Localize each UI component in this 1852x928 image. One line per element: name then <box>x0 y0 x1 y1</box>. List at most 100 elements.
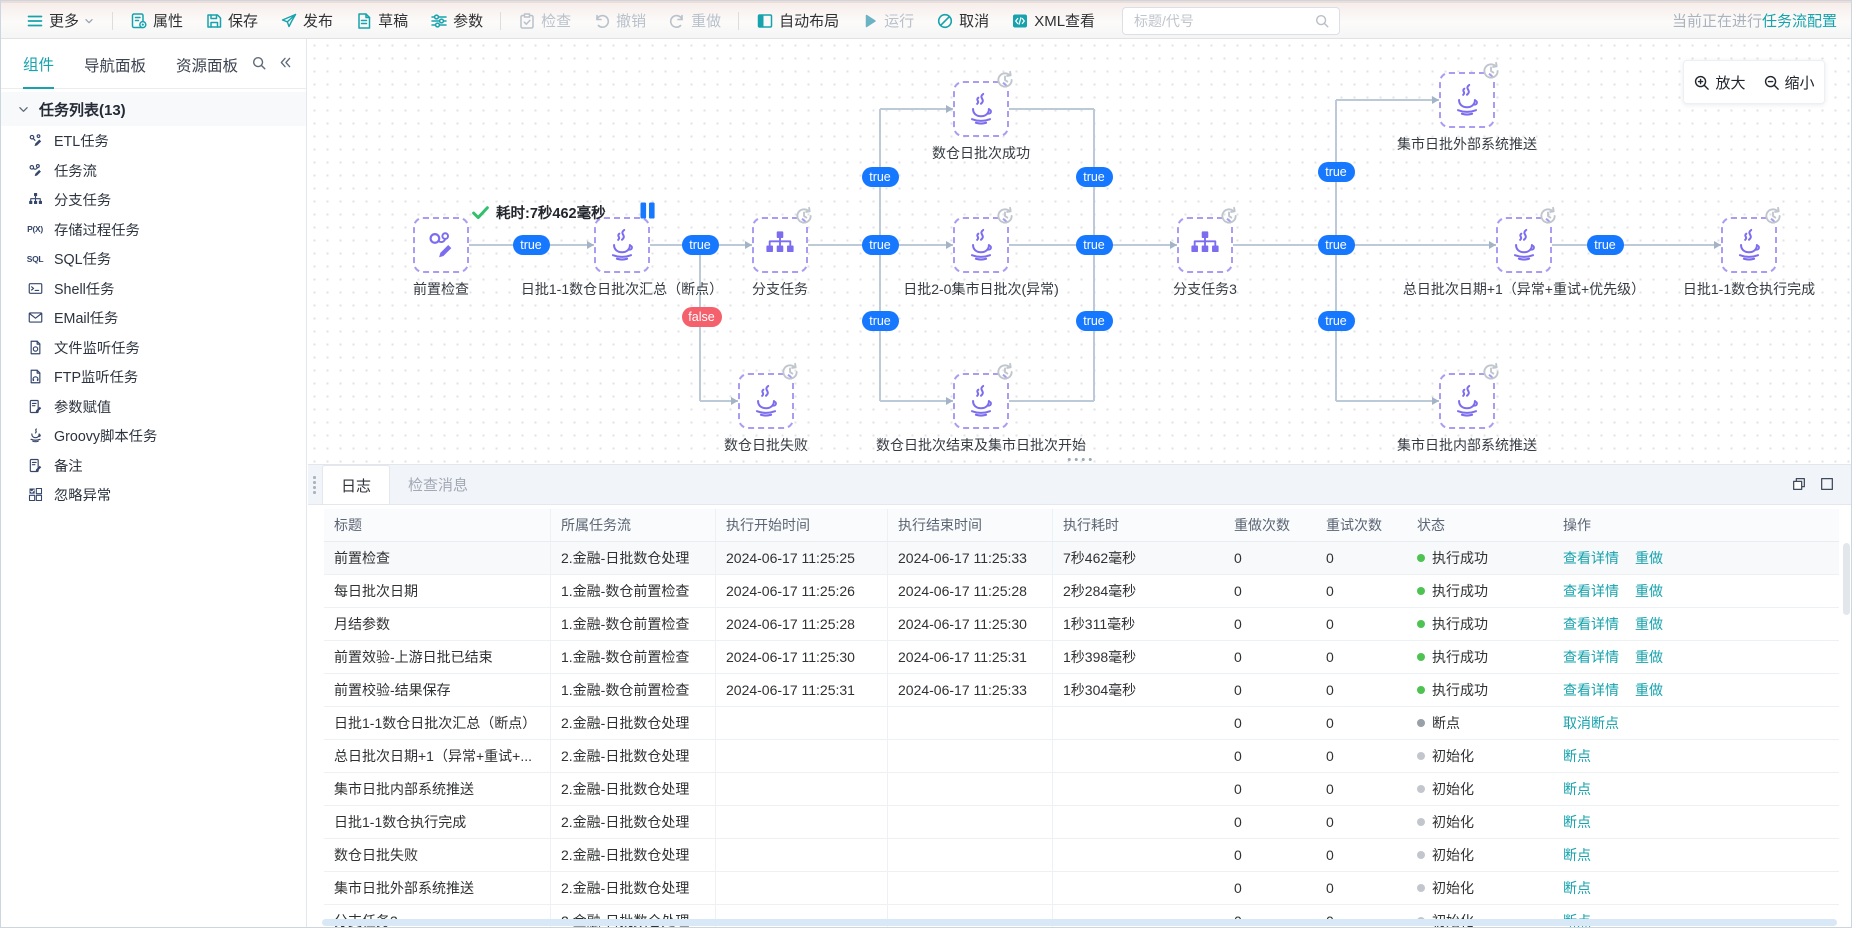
action-link[interactable]: 断点 <box>1563 779 1591 799</box>
toolbar-button-params[interactable]: 参数 <box>419 3 494 38</box>
toolbar-button-xml-view[interactable]: XML查看 <box>1000 3 1106 38</box>
zoom-out-button[interactable]: 缩小 <box>1763 72 1815 93</box>
sidebar-collapse-icon[interactable] <box>278 55 293 71</box>
panel-resize-handle[interactable] <box>1067 458 1092 462</box>
toolbar-button-label: 取消 <box>959 10 989 31</box>
toolbar-button-cancel[interactable]: 取消 <box>925 3 1000 38</box>
toolbar-button-auto-layout[interactable]: 自动布局 <box>745 3 850 38</box>
sidebar-item-assign[interactable]: 参数赋值 <box>1 392 306 422</box>
sidebar-search-icon[interactable] <box>251 55 267 71</box>
flow-node-0[interactable] <box>413 217 469 273</box>
search-box[interactable] <box>1122 7 1340 35</box>
sidebar-item-proc[interactable]: P(X)存储过程任务 <box>1 215 306 245</box>
table-cell: 2024-06-17 11:25:30 <box>888 608 1053 640</box>
table-cell <box>888 872 1053 904</box>
edge-condition-badge-true: true <box>1318 311 1355 331</box>
toolbar-button-run[interactable]: 运行 <box>850 3 925 38</box>
toolbar-button-more[interactable]: 更多 <box>15 3 106 38</box>
action-link[interactable]: 断点 <box>1563 878 1591 898</box>
table-row[interactable]: 总日批次日期+1（异常+重试+...2.金融-日批数仓处理00初始化断点 <box>324 740 1839 773</box>
sidebar-item-flow[interactable]: 任务流 <box>1 156 306 186</box>
status-label: 初始化 <box>1432 845 1474 865</box>
sidebar-item-branch[interactable]: 分支任务 <box>1 185 306 215</box>
action-link[interactable]: 查看详情 <box>1563 548 1619 568</box>
toolbar-button-draft[interactable]: 草稿 <box>344 3 419 38</box>
flow-edge <box>1009 108 1094 110</box>
status-dot <box>1417 686 1425 694</box>
action-link[interactable]: 查看详情 <box>1563 581 1619 601</box>
sidebar-item-ignore[interactable]: 忽略异常 <box>1 480 306 510</box>
retry-clock-icon <box>1219 206 1239 226</box>
sidebar-tab-1[interactable]: 导航面板 <box>84 54 146 88</box>
action-link[interactable]: 断点 <box>1563 746 1591 766</box>
panel-tab-1[interactable]: 检查消息 <box>390 465 486 504</box>
table-row[interactable]: 前置检查2.金融-日批数仓处理2024-06-17 11:25:252024-0… <box>324 542 1839 575</box>
action-link[interactable]: 重做 <box>1635 581 1663 601</box>
restore-icon[interactable] <box>1791 476 1807 492</box>
toolbar-button-check[interactable]: 检查 <box>507 3 582 38</box>
sidebar-item-sql[interactable]: SQLSQL任务 <box>1 244 306 274</box>
action-link[interactable]: 重做 <box>1635 680 1663 700</box>
sidebar-item-email[interactable]: EMail任务 <box>1 303 306 333</box>
toolbar-button-props[interactable]: 属性 <box>119 3 194 38</box>
action-link[interactable]: 断点 <box>1563 812 1591 832</box>
actions-cell: 查看详情重做 <box>1553 608 1839 640</box>
sidebar-tab-2[interactable]: 资源面板 <box>176 54 238 88</box>
action-link[interactable]: 重做 <box>1635 647 1663 667</box>
panel-tabs: 日志检查消息 <box>308 465 1851 505</box>
table-cell: 0 <box>1316 575 1407 607</box>
table-cell: 2.金融-日批数仓处理 <box>551 806 716 838</box>
table-row[interactable]: 每日批次日期1.金融-数仓前置检查2024-06-17 11:25:262024… <box>324 575 1839 608</box>
table-row[interactable]: 数仓日批失败2.金融-日批数仓处理00初始化断点 <box>324 839 1839 872</box>
maximize-icon[interactable] <box>1819 476 1835 492</box>
table-cell: 2.金融-日批数仓处理 <box>551 839 716 871</box>
flow-node-1[interactable] <box>594 217 650 273</box>
table-row[interactable]: 月结参数1.金融-数仓前置检查2024-06-17 11:25:282024-0… <box>324 608 1839 641</box>
table-cell <box>716 707 888 739</box>
table-row[interactable]: 集市日批内部系统推送2.金融-日批数仓处理00初始化断点 <box>324 773 1839 806</box>
action-link[interactable]: 断点 <box>1563 845 1591 865</box>
panel-tab-0[interactable]: 日志 <box>322 465 390 504</box>
action-link[interactable]: 重做 <box>1635 548 1663 568</box>
toolbar-button-redo[interactable]: 重做 <box>657 3 732 38</box>
flow-node-label: 日批2-0集市日批次(异常) <box>903 279 1059 299</box>
retry-clock-icon <box>794 206 814 226</box>
sidebar-item-file[interactable]: 文件监听任务 <box>1 333 306 363</box>
flow-canvas[interactable]: 放大 缩小 truetruefalsetruetruetruetruetruet… <box>308 39 1851 464</box>
table-cell <box>1053 773 1224 805</box>
toolbar-button-undo[interactable]: 撤销 <box>582 3 657 38</box>
publish-icon <box>280 12 298 30</box>
table-row[interactable]: 集市日批外部系统推送2.金融-日批数仓处理00初始化断点 <box>324 872 1839 905</box>
horizontal-scrollbar[interactable] <box>322 919 1837 926</box>
panel-drag-handle[interactable] <box>313 476 316 494</box>
action-link[interactable]: 查看详情 <box>1563 680 1619 700</box>
status-cell: 初始化 <box>1407 839 1553 871</box>
table-cell <box>1053 806 1224 838</box>
table-cell: 2024-06-17 11:25:28 <box>716 608 888 640</box>
action-link[interactable]: 查看详情 <box>1563 614 1619 634</box>
table-row[interactable]: 前置校验-结果保存1.金融-数仓前置检查2024-06-17 11:25:312… <box>324 674 1839 707</box>
table-row[interactable]: 前置效验-上游日批已结束1.金融-数仓前置检查2024-06-17 11:25:… <box>324 641 1839 674</box>
actions-cell: 查看详情重做 <box>1553 575 1839 607</box>
table-row[interactable]: 日批1-1数仓日批次汇总（断点）2.金融-日批数仓处理00断点取消断点 <box>324 707 1839 740</box>
sidebar-item-groovy[interactable]: Groovy脚本任务 <box>1 421 306 451</box>
vertical-scrollbar[interactable] <box>1843 543 1850 615</box>
zoom-out-label: 缩小 <box>1785 72 1815 93</box>
sidebar-item-note[interactable]: 备注 <box>1 451 306 481</box>
sidebar-item-etl[interactable]: ETL任务 <box>1 126 306 156</box>
action-link[interactable]: 查看详情 <box>1563 647 1619 667</box>
search-input[interactable] <box>1132 12 1314 30</box>
toolbar-button-save[interactable]: 保存 <box>194 3 269 38</box>
action-link[interactable]: 重做 <box>1635 614 1663 634</box>
table-cell <box>716 839 888 871</box>
sidebar-item-ftp[interactable]: FTP监听任务 <box>1 362 306 392</box>
sidebar-item-label: 参数赋值 <box>54 396 111 417</box>
sidebar-tab-0[interactable]: 组件 <box>23 53 54 89</box>
action-link[interactable]: 取消断点 <box>1563 713 1619 733</box>
sidebar-item-shell[interactable]: Shell任务 <box>1 274 306 304</box>
task-list: ETL任务任务流分支任务P(X)存储过程任务SQLSQL任务Shell任务EMa… <box>1 126 306 510</box>
table-row[interactable]: 日批1-1数仓执行完成2.金融-日批数仓处理00初始化断点 <box>324 806 1839 839</box>
toolbar-button-publish[interactable]: 发布 <box>269 3 344 38</box>
zoom-in-button[interactable]: 放大 <box>1693 72 1745 93</box>
task-list-header[interactable]: 任务列表(13) <box>1 92 306 126</box>
